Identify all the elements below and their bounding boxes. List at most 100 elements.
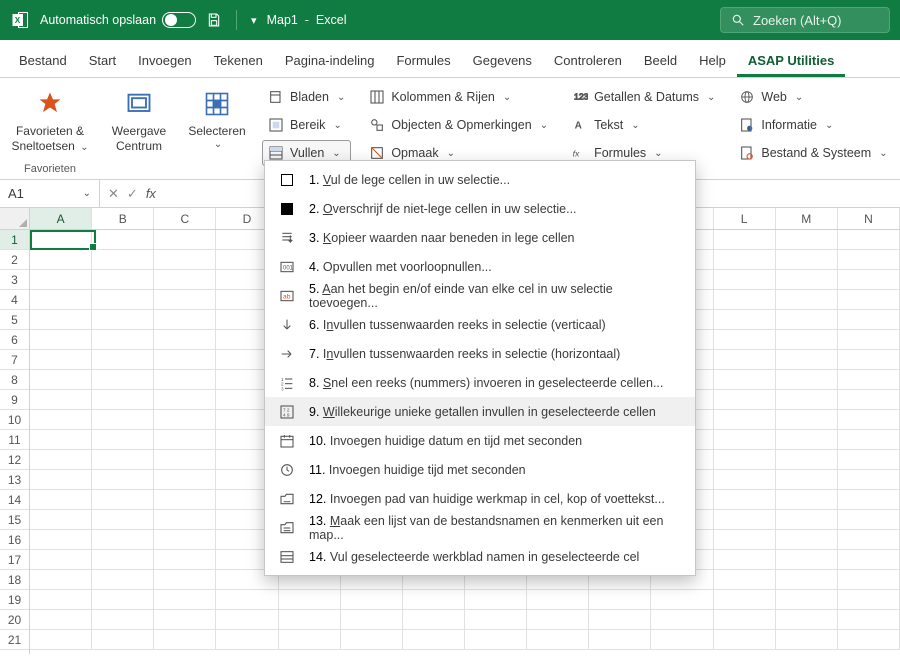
cell[interactable] — [714, 230, 776, 250]
menu-item[interactable]: 12. Invoegen pad van huidige werkmap in … — [265, 484, 695, 513]
row-header[interactable]: 18 — [0, 570, 29, 590]
menu-item[interactable]: 11. Invoegen huidige tijd met seconden — [265, 455, 695, 484]
cell[interactable] — [154, 550, 216, 570]
cell[interactable] — [154, 330, 216, 350]
cell[interactable] — [589, 590, 651, 610]
row-header[interactable]: 5 — [0, 310, 29, 330]
select-all-corner[interactable] — [0, 208, 29, 230]
web-button[interactable]: Web⌄ — [733, 84, 893, 110]
cell[interactable] — [776, 330, 838, 350]
cell[interactable] — [776, 370, 838, 390]
tab-invoegen[interactable]: Invoegen — [127, 43, 203, 77]
cell[interactable] — [216, 610, 278, 630]
column-header[interactable]: A — [30, 208, 92, 229]
cell[interactable] — [776, 530, 838, 550]
cell[interactable] — [92, 530, 154, 550]
row-header[interactable]: 7 — [0, 350, 29, 370]
kolommen-rijen-button[interactable]: Kolommen & Rijen⌄ — [363, 84, 554, 110]
cell[interactable] — [714, 490, 776, 510]
cell[interactable] — [714, 270, 776, 290]
cell[interactable] — [838, 330, 900, 350]
cell[interactable] — [30, 530, 92, 550]
cell[interactable] — [92, 230, 154, 250]
row-header[interactable]: 4 — [0, 290, 29, 310]
menu-item[interactable]: 1. Vul de lege cellen in uw selectie... — [265, 165, 695, 194]
row-header[interactable]: 14 — [0, 490, 29, 510]
cell[interactable] — [776, 270, 838, 290]
cell[interactable] — [30, 310, 92, 330]
cell[interactable] — [714, 470, 776, 490]
menu-item[interactable]: 14. Vul geselecteerde werkblad namen in … — [265, 542, 695, 571]
cell[interactable] — [30, 390, 92, 410]
tab-pagina-indeling[interactable]: Pagina-indeling — [274, 43, 386, 77]
cell[interactable] — [92, 570, 154, 590]
row-header[interactable]: 15 — [0, 510, 29, 530]
cell[interactable] — [154, 250, 216, 270]
menu-item[interactable]: 1238. Snel een reeks (nummers) invoeren … — [265, 368, 695, 397]
cell[interactable] — [714, 610, 776, 630]
column-header[interactable]: M — [776, 208, 838, 229]
cell[interactable] — [92, 470, 154, 490]
cell[interactable] — [776, 430, 838, 450]
cell[interactable] — [341, 610, 403, 630]
cell[interactable] — [154, 370, 216, 390]
cell[interactable] — [92, 630, 154, 650]
informatie-button[interactable]: iInformatie⌄ — [733, 112, 893, 138]
cell[interactable] — [30, 230, 92, 250]
cell[interactable] — [92, 610, 154, 630]
row-header[interactable]: 8 — [0, 370, 29, 390]
row-header[interactable]: 21 — [0, 630, 29, 650]
cell[interactable] — [714, 350, 776, 370]
cell[interactable] — [838, 510, 900, 530]
favorites-button[interactable]: Favorieten & Sneltoetsen ⌄ — [6, 82, 94, 159]
cell[interactable] — [776, 450, 838, 470]
cell[interactable] — [30, 410, 92, 430]
cell[interactable] — [714, 550, 776, 570]
cell[interactable] — [30, 270, 92, 290]
bladen-button[interactable]: Bladen⌄ — [262, 84, 351, 110]
column-header[interactable]: N — [838, 208, 900, 229]
row-header[interactable]: 11 — [0, 430, 29, 450]
cell[interactable] — [714, 250, 776, 270]
tab-asap-utilities[interactable]: ASAP Utilities — [737, 43, 845, 77]
tekst-button[interactable]: ATekst⌄ — [566, 112, 721, 138]
search-box[interactable]: Zoeken (Alt+Q) — [720, 7, 890, 33]
cell[interactable] — [776, 510, 838, 530]
cell[interactable] — [589, 610, 651, 630]
cell[interactable] — [714, 410, 776, 430]
cell[interactable] — [154, 450, 216, 470]
cell[interactable] — [714, 530, 776, 550]
tab-controleren[interactable]: Controleren — [543, 43, 633, 77]
cell[interactable] — [154, 630, 216, 650]
cell[interactable] — [92, 450, 154, 470]
cell[interactable] — [838, 590, 900, 610]
cell[interactable] — [154, 610, 216, 630]
column-header[interactable]: L — [714, 208, 776, 229]
cell[interactable] — [154, 590, 216, 610]
column-header[interactable]: C — [154, 208, 216, 229]
cell[interactable] — [92, 250, 154, 270]
cell[interactable] — [216, 590, 278, 610]
cell[interactable] — [30, 510, 92, 530]
cell[interactable] — [216, 630, 278, 650]
cell[interactable] — [30, 450, 92, 470]
cell[interactable] — [714, 510, 776, 530]
cell[interactable] — [30, 330, 92, 350]
row-header[interactable]: 6 — [0, 330, 29, 350]
cell[interactable] — [776, 350, 838, 370]
cell[interactable] — [92, 510, 154, 530]
cell[interactable] — [527, 590, 589, 610]
row-header[interactable]: 16 — [0, 530, 29, 550]
cell[interactable] — [714, 590, 776, 610]
cell[interactable] — [30, 430, 92, 450]
row-header[interactable]: 1 — [0, 230, 29, 250]
cell[interactable] — [341, 590, 403, 610]
cell[interactable] — [714, 430, 776, 450]
cell[interactable] — [776, 490, 838, 510]
cell[interactable] — [776, 610, 838, 630]
menu-item[interactable]: 13. Maak een lijst van de bestandsnamen … — [265, 513, 695, 542]
cell[interactable] — [154, 570, 216, 590]
accept-formula-icon[interactable]: ✓ — [127, 186, 138, 202]
tab-formules[interactable]: Formules — [385, 43, 461, 77]
cell[interactable] — [838, 470, 900, 490]
